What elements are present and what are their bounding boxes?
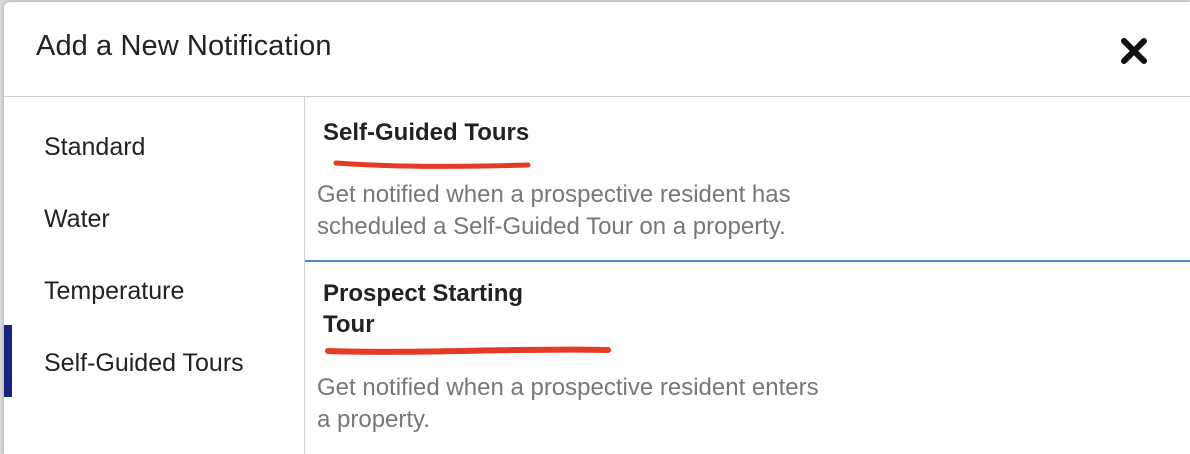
notification-options: Self-Guided Tours Get notified when a pr… xyxy=(304,97,1190,454)
dialog-title: Add a New Notification xyxy=(36,30,332,62)
card-description-line: Get notified when a prospective resident… xyxy=(317,374,819,401)
card-description-line: Get notified when a prospective resident… xyxy=(317,181,791,208)
card-title: Self-Guided Tours xyxy=(323,117,529,148)
sidebar-item-label: Standard xyxy=(44,133,146,161)
sidebar-item-label: Self-Guided Tours xyxy=(44,349,244,377)
sidebar-item-standard[interactable]: Standard xyxy=(4,109,304,169)
card-title-line: Tour xyxy=(323,311,375,338)
sidebar-item-water[interactable]: Water xyxy=(4,181,304,241)
sidebar-item-label: Water xyxy=(44,205,110,233)
notification-card-prospect-starting-tour[interactable]: Prospect Starting Tour Get notified when… xyxy=(305,262,1190,454)
card-title-line: Prospect Starting xyxy=(323,280,524,307)
sidebar-item-self-guided-tours[interactable]: Self-Guided Tours xyxy=(4,315,304,407)
card-description: Get notified when a prospective resident… xyxy=(317,372,819,436)
add-notification-dialog: Add a New Notification Standard Water Te… xyxy=(4,2,1190,454)
card-title: Prospect Starting Tour xyxy=(323,278,523,340)
annotation-underline xyxy=(325,346,611,355)
sidebar-item-temperature[interactable]: Temperature xyxy=(4,253,304,313)
card-title-line: Self-Guided Tours xyxy=(323,119,530,146)
notification-card-self-guided-tours[interactable]: Self-Guided Tours Get notified when a pr… xyxy=(305,97,1190,262)
notification-type-sidebar: Standard Water Temperature Self-Guided T… xyxy=(4,97,304,454)
card-description: Get notified when a prospective resident… xyxy=(317,179,791,243)
close-icon xyxy=(1121,38,1147,64)
card-description-line: a property. xyxy=(317,406,430,433)
dialog-header: Add a New Notification xyxy=(4,2,1190,97)
sidebar-item-label: Temperature xyxy=(44,277,185,305)
close-button[interactable] xyxy=(1119,36,1149,66)
annotation-underline xyxy=(333,160,531,169)
card-description-line: scheduled a Self-Guided Tour on a proper… xyxy=(317,213,786,240)
